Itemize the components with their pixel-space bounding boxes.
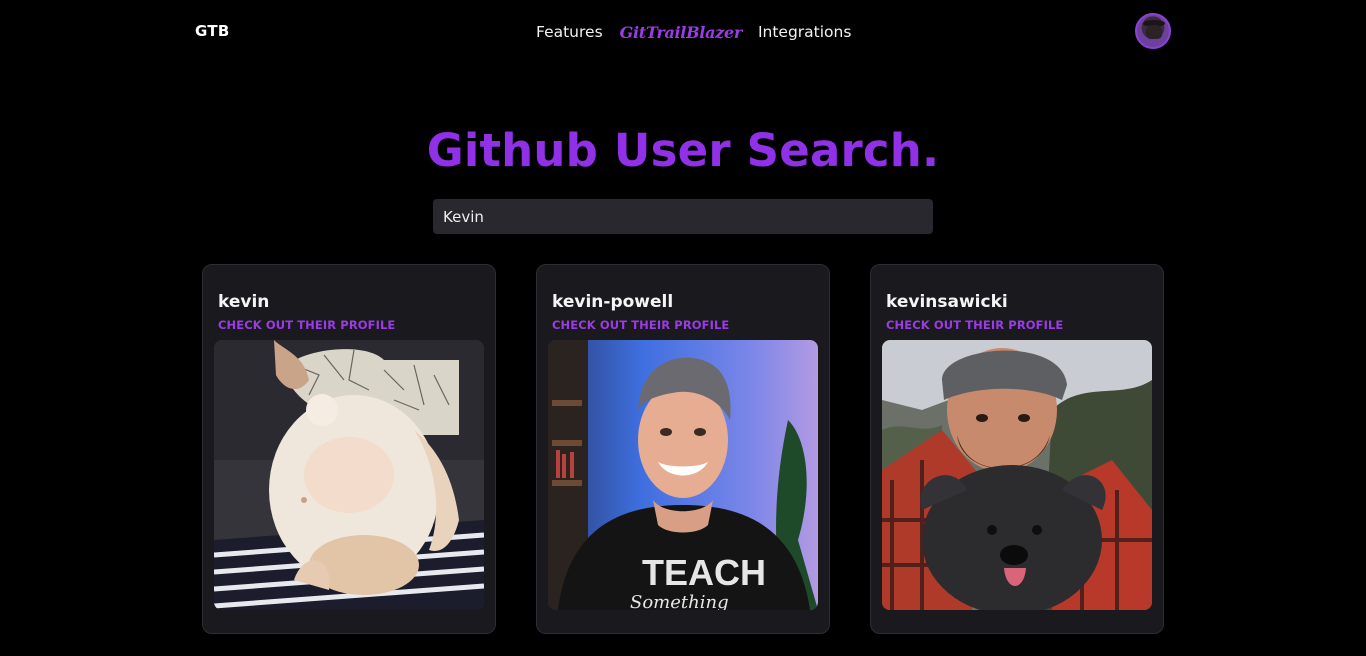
svg-text:TEACH: TEACH [642,552,766,593]
profile-link[interactable]: CHECK OUT THEIR PROFILE [886,318,1063,332]
card-username: kevin-powell [552,292,674,312]
nav-link-integrations[interactable]: Integrations [758,23,851,41]
profile-link[interactable]: CHECK OUT THEIR PROFILE [552,318,729,332]
profile-link[interactable]: CHECK OUT THEIR PROFILE [218,318,395,332]
user-card[interactable]: kevin CHECK OUT THEIR PROFILE [202,264,496,634]
brand-logo[interactable]: GTB [195,22,230,40]
user-card[interactable]: kevinsawicki CHECK OUT THEIR PROFILE [870,264,1164,634]
nav-link-gittrailblazer[interactable]: GitTrailBlazer [620,23,743,42]
kitten-with-manga-photo[interactable] [214,340,484,610]
man-with-dog-photo[interactable] [882,340,1152,610]
navbar: GTB Features GitTrailBlazer Integrations [0,0,1366,64]
smiling-man-teach-shirt-photo[interactable]: TEACH Something [548,340,818,610]
avatar-face-shape [1146,25,1162,39]
search-input[interactable] [433,199,933,234]
card-username: kevinsawicki [886,292,1008,312]
user-card[interactable]: kevin-powell CHECK OUT THEIR PROFILE TEA… [536,264,830,634]
nav-link-features[interactable]: Features [536,23,603,41]
user-avatar-icon[interactable] [1135,13,1171,49]
page-title: Github User Search. [426,124,940,177]
svg-text:Something: Something [630,592,729,610]
card-username: kevin [218,292,270,312]
nav-links: Features GitTrailBlazer Integrations [536,20,851,44]
